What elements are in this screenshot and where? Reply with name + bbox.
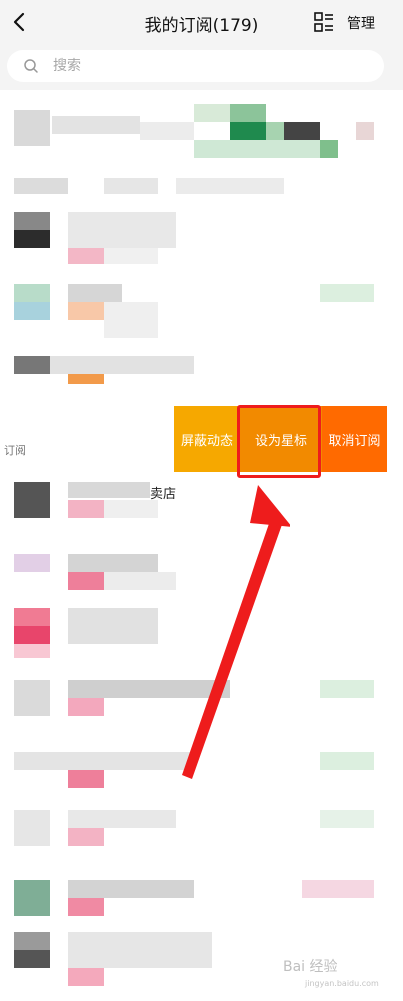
blurred-text xyxy=(104,248,158,264)
manage-list-icon[interactable] xyxy=(313,11,335,33)
list-item[interactable] xyxy=(0,282,403,352)
section-label: 订阅 xyxy=(4,444,26,457)
blurred-text xyxy=(68,212,176,248)
blurred-thumb xyxy=(266,122,284,140)
blurred-tag xyxy=(68,500,104,518)
blurred-text xyxy=(50,356,194,374)
list-item[interactable] xyxy=(0,100,403,170)
blurred-tag xyxy=(68,828,104,846)
highlight-box xyxy=(237,405,321,478)
blurred-text xyxy=(68,810,176,828)
blurred-avatar xyxy=(14,356,50,374)
blurred-thumb xyxy=(230,104,266,122)
blurred-text xyxy=(68,880,194,898)
blurred-tag xyxy=(68,374,104,384)
blurred-text xyxy=(68,284,122,302)
blurred-avatar xyxy=(14,302,50,320)
blurred-tag xyxy=(302,880,374,898)
unsubscribe-button[interactable]: 取消订阅 xyxy=(322,406,387,472)
blurred-text xyxy=(140,122,194,140)
blurred-thumb xyxy=(320,140,338,158)
blurred-tag xyxy=(320,752,374,770)
list-item[interactable] xyxy=(0,354,403,404)
blurred-tag xyxy=(320,810,374,828)
blurred-tag xyxy=(14,644,50,658)
blurred-text xyxy=(68,608,158,644)
blurred-text xyxy=(176,178,284,194)
blurred-avatar xyxy=(14,212,50,230)
blurred-text xyxy=(104,302,158,338)
blurred-tag xyxy=(320,680,374,698)
blurred-tag xyxy=(68,572,104,590)
blurred-avatar xyxy=(14,680,50,716)
search-bar xyxy=(0,44,403,90)
blurred-text xyxy=(68,932,212,968)
blurred-thumb xyxy=(356,122,374,140)
blurred-avatar xyxy=(14,284,50,302)
blurred-text xyxy=(14,752,194,770)
blurred-avatar xyxy=(14,932,50,950)
blurred-avatar xyxy=(14,810,50,846)
list-item[interactable] xyxy=(0,878,403,938)
blurred-avatar xyxy=(14,554,50,572)
blurred-avatar xyxy=(14,608,50,626)
top-bar: 我的订阅(179) 管理 xyxy=(0,0,403,44)
blurred-thumb xyxy=(194,140,320,158)
watermark-logo: Bai 经验 xyxy=(283,959,338,975)
annotation-arrow-icon xyxy=(182,485,290,779)
blurred-tag xyxy=(68,698,104,716)
list-item[interactable] xyxy=(0,930,403,1000)
list-item[interactable] xyxy=(0,174,403,274)
blurred-text xyxy=(68,554,158,572)
search-input[interactable] xyxy=(53,55,353,77)
blurred-text xyxy=(104,500,158,518)
watermark-url: jingyan.baidu.com xyxy=(305,979,379,988)
blurred-avatar xyxy=(14,880,50,916)
blurred-thumb xyxy=(194,104,230,122)
page-title: 我的订阅(179) xyxy=(144,16,259,36)
blurred-thumb xyxy=(230,122,266,140)
list-item[interactable] xyxy=(0,808,403,868)
blurred-avatar xyxy=(14,482,50,518)
blurred-tag xyxy=(68,898,104,916)
blurred-avatar xyxy=(14,230,50,248)
blurred-avatar xyxy=(14,110,50,146)
blurred-text xyxy=(104,178,158,194)
blurred-avatar xyxy=(14,626,50,644)
blurred-text xyxy=(68,482,150,498)
blurred-tag xyxy=(68,248,104,264)
blurred-text xyxy=(14,178,68,194)
block-updates-button[interactable]: 屏蔽动态 xyxy=(174,406,240,472)
blurred-tag xyxy=(68,770,104,788)
blurred-tag xyxy=(320,284,374,302)
blurred-tag xyxy=(68,968,104,986)
blurred-avatar xyxy=(14,950,50,968)
blurred-tag xyxy=(68,302,104,320)
search-box[interactable] xyxy=(7,50,384,82)
blurred-thumb xyxy=(284,122,320,140)
manage-button[interactable]: 管理 xyxy=(347,13,375,33)
search-icon xyxy=(24,59,38,73)
blurred-text xyxy=(104,572,176,590)
blurred-text xyxy=(52,116,140,134)
